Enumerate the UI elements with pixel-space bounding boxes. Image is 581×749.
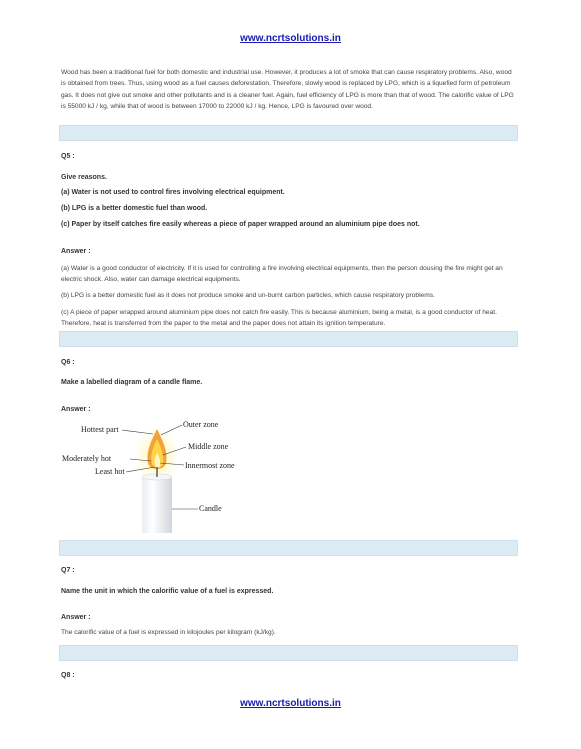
separator-band	[59, 331, 518, 347]
q5-answer-a: (a) Water is a good conductor of electri…	[61, 265, 503, 284]
q5-answer-label: Answer :	[61, 248, 91, 255]
intro-paragraph: Wood has been a traditional fuel for bot…	[61, 69, 514, 110]
label-candle: Candle	[199, 504, 222, 513]
label-moderately-hot: Moderately hot	[62, 454, 112, 463]
separator-band	[59, 645, 518, 661]
label-least-hot: Least hot	[95, 467, 125, 476]
q7-label: Q7 :	[61, 567, 75, 574]
label-innermost-zone: Innermost zone	[185, 461, 235, 470]
separator-band	[59, 125, 518, 141]
q6-answer-label: Answer :	[61, 406, 91, 413]
candle-body	[142, 477, 172, 533]
footer-site-link[interactable]: www.ncrtsolutions.in	[0, 698, 581, 709]
q5-label: Q5 :	[61, 153, 75, 160]
q5-item-a: (a) Water is not used to control fires i…	[61, 189, 285, 196]
q5-answer-c: (c) A piece of paper wrapped around alum…	[61, 309, 497, 328]
q6-label: Q6 :	[61, 359, 75, 366]
q5-item-b: (b) LPG is a better domestic fuel than w…	[61, 205, 208, 212]
separator-band	[59, 540, 518, 556]
q7-question: Name the unit in which the calorific val…	[61, 588, 274, 595]
label-middle-zone: Middle zone	[188, 442, 229, 451]
q8-label: Q8 :	[61, 672, 75, 679]
q7-answer: The calorific value of a fuel is express…	[61, 629, 276, 636]
label-hottest-part: Hottest part	[81, 425, 119, 434]
q5-answer-b: (b) LPG is a better domestic fuel as it …	[61, 292, 435, 299]
q5-item-c: (c) Paper by itself catches fire easily …	[61, 221, 420, 228]
q6-question: Make a labelled diagram of a candle flam…	[61, 379, 203, 386]
q7-answer-label: Answer :	[61, 614, 91, 621]
label-outer-zone: Outer zone	[183, 420, 219, 429]
header-site-link[interactable]: www.ncrtsolutions.in	[0, 33, 581, 44]
q5-prompt: Give reasons.	[61, 174, 107, 181]
